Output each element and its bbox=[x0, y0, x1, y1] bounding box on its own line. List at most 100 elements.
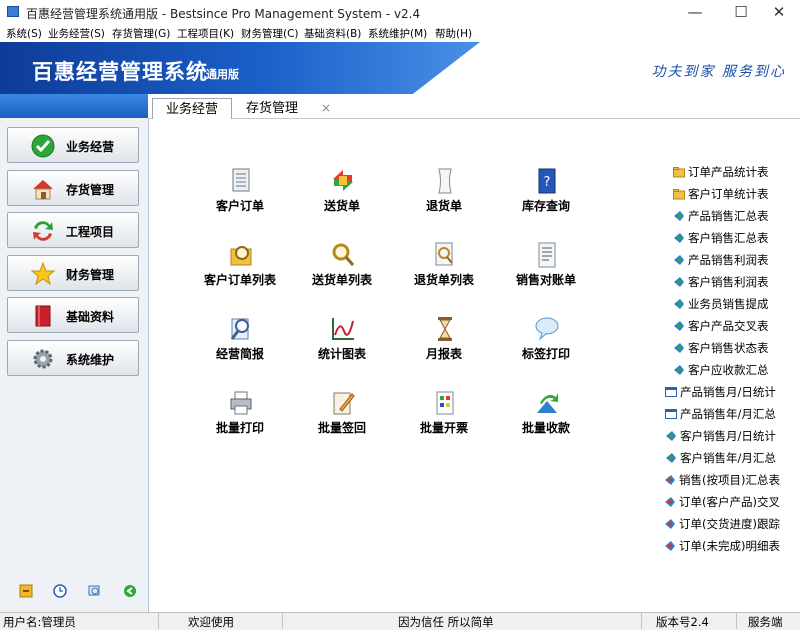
tile-label: 退货单 bbox=[425, 199, 462, 213]
line-chart-icon bbox=[332, 318, 354, 340]
menu-projects[interactable]: 工程项目(K) bbox=[177, 26, 234, 41]
report-label: 订单(客户产品)交叉 bbox=[679, 495, 780, 509]
help-book-icon: ? bbox=[538, 168, 556, 194]
speech-bubble-icon bbox=[535, 317, 559, 341]
sidebar-item-finance[interactable]: 财务管理 bbox=[7, 255, 139, 291]
banner-slogan: 功夫到家 服务到心 bbox=[651, 64, 786, 80]
tile-label: 统计图表 bbox=[317, 347, 366, 361]
maximize-button[interactable]: ☐ bbox=[720, 0, 762, 24]
sidebar-item-label: 存货管理 bbox=[66, 183, 115, 197]
status-mode: 服务端 bbox=[748, 615, 783, 629]
folder-search-icon bbox=[230, 246, 252, 266]
folder-icon bbox=[673, 189, 685, 200]
menu-bar: 系统(S) 业务经营(S) 存货管理(G) 工程项目(K) 财务管理(C) 基础… bbox=[0, 24, 800, 42]
report-icon bbox=[674, 255, 684, 265]
tile-label: 批量开票 bbox=[419, 421, 468, 435]
close-button[interactable]: ✕ bbox=[758, 0, 800, 24]
sidebar-item-maintenance[interactable]: 系统维护 bbox=[7, 340, 139, 376]
statement-icon bbox=[538, 242, 556, 268]
tile-label: 批量签回 bbox=[317, 421, 366, 435]
book-icon bbox=[35, 305, 51, 327]
menu-inventory[interactable]: 存货管理(G) bbox=[112, 26, 170, 41]
tile-batch-signback[interactable]: 批量签回 bbox=[297, 389, 387, 449]
folder-icon bbox=[673, 167, 685, 178]
report-icon bbox=[674, 277, 684, 287]
status-motto: 因为信任 所以简单 bbox=[398, 615, 494, 629]
tile-customer-order-list[interactable]: 客户订单列表 bbox=[195, 241, 285, 301]
report-icon bbox=[665, 497, 675, 507]
sidebar-header bbox=[0, 94, 148, 118]
report-icon bbox=[674, 211, 684, 221]
menu-business[interactable]: 业务经营(S) bbox=[48, 26, 105, 41]
delivery-arrows-icon bbox=[333, 170, 353, 191]
report-icon bbox=[665, 541, 675, 551]
sidebar-item-business[interactable]: 业务经营 bbox=[7, 127, 139, 163]
report-label: 产品销售月/日统计 bbox=[680, 385, 776, 399]
report-icon bbox=[674, 299, 684, 309]
report-label: 订单产品统计表 bbox=[688, 165, 769, 179]
menu-system[interactable]: 系统(S) bbox=[6, 26, 42, 41]
report-label: 客户销售月/日统计 bbox=[680, 429, 776, 443]
sign-pen-icon bbox=[333, 392, 355, 415]
sidebar-item-inventory[interactable]: 存货管理 bbox=[7, 170, 139, 206]
sidebar-item-label: 业务经营 bbox=[66, 140, 115, 154]
status-divider bbox=[158, 613, 159, 629]
hourglass-icon bbox=[438, 317, 452, 341]
tile-stock-query[interactable]: ? 库存查询 bbox=[501, 167, 591, 227]
printer-icon bbox=[230, 391, 252, 415]
report-icon bbox=[666, 431, 676, 441]
sidebar-item-projects[interactable]: 工程项目 bbox=[7, 212, 139, 248]
minimize-button[interactable]: — bbox=[674, 0, 716, 24]
checkmark-icon bbox=[31, 134, 55, 158]
clock-icon[interactable] bbox=[53, 584, 67, 598]
report-label: 客户销售年/月汇总 bbox=[680, 451, 776, 465]
tile-batch-print[interactable]: 批量打印 bbox=[195, 389, 285, 449]
tab-business[interactable]: 业务经营 bbox=[152, 98, 232, 120]
title-bar: 百惠经营管理系统通用版 - Bestsince Pro Management S… bbox=[0, 0, 800, 24]
cycle-arrows-icon bbox=[33, 221, 53, 241]
tile-label: 经营简报 bbox=[215, 347, 264, 361]
report-label: 客户销售状态表 bbox=[688, 341, 769, 355]
tile-label: 销售对账单 bbox=[515, 273, 576, 287]
menu-finance[interactable]: 财务管理(C) bbox=[241, 26, 299, 41]
menu-help[interactable]: 帮助(H) bbox=[435, 26, 472, 41]
tile-monthly-report[interactable]: 月报表 bbox=[399, 315, 489, 375]
back-arrow-icon[interactable] bbox=[123, 584, 137, 598]
report-icon bbox=[674, 365, 684, 375]
window-icon bbox=[665, 409, 677, 419]
window-title: 百惠经营管理系统通用版 - Bestsince Pro Management S… bbox=[26, 7, 421, 21]
tile-label: 客户订单 bbox=[215, 199, 264, 213]
tile-delivery-list[interactable]: 送货单列表 bbox=[297, 241, 387, 301]
key-icon[interactable] bbox=[19, 584, 33, 598]
app-icon bbox=[7, 6, 19, 17]
status-welcome: 欢迎使用 bbox=[188, 615, 234, 629]
tile-customer-order[interactable]: 客户订单 bbox=[195, 167, 285, 227]
tile-sales-statement[interactable]: 销售对账单 bbox=[501, 241, 591, 301]
menu-basic-data[interactable]: 基础资料(B) bbox=[304, 26, 361, 41]
status-user: 用户名:管理员 bbox=[3, 615, 76, 629]
tile-label: 标签打印 bbox=[521, 347, 570, 361]
tile-label: 客户订单列表 bbox=[203, 273, 276, 287]
tile-return-list[interactable]: 退货单列表 bbox=[399, 241, 489, 301]
report-icon bbox=[665, 519, 675, 529]
tile-return-note[interactable]: 退货单 bbox=[399, 167, 489, 227]
tab-inventory[interactable]: 存货管理 bbox=[246, 98, 316, 120]
tile-business-brief[interactable]: 经营简报 bbox=[195, 315, 285, 375]
tile-label-print[interactable]: 标签打印 bbox=[501, 315, 591, 375]
report-icon bbox=[674, 343, 684, 353]
window-icon bbox=[665, 387, 677, 397]
menu-maintenance[interactable]: 系统维护(M) bbox=[368, 26, 427, 41]
banner-title: 百惠经营管理系统 bbox=[32, 60, 208, 84]
tile-stat-chart[interactable]: 统计图表 bbox=[297, 315, 387, 375]
tab-close-button[interactable]: × bbox=[321, 101, 331, 115]
report-icon bbox=[674, 321, 684, 331]
page-search-icon bbox=[435, 242, 453, 266]
search-icon[interactable] bbox=[88, 584, 102, 598]
report-label: 产品销售利润表 bbox=[688, 253, 769, 267]
sidebar-item-basic-data[interactable]: 基础资料 bbox=[7, 297, 139, 333]
status-divider bbox=[282, 613, 283, 629]
tile-batch-receipt[interactable]: 批量收款 bbox=[501, 389, 591, 449]
receipt-arrow-icon bbox=[537, 393, 558, 413]
tile-batch-invoice[interactable]: 批量开票 bbox=[399, 389, 489, 449]
tile-delivery-note[interactable]: 送货单 bbox=[297, 167, 387, 227]
